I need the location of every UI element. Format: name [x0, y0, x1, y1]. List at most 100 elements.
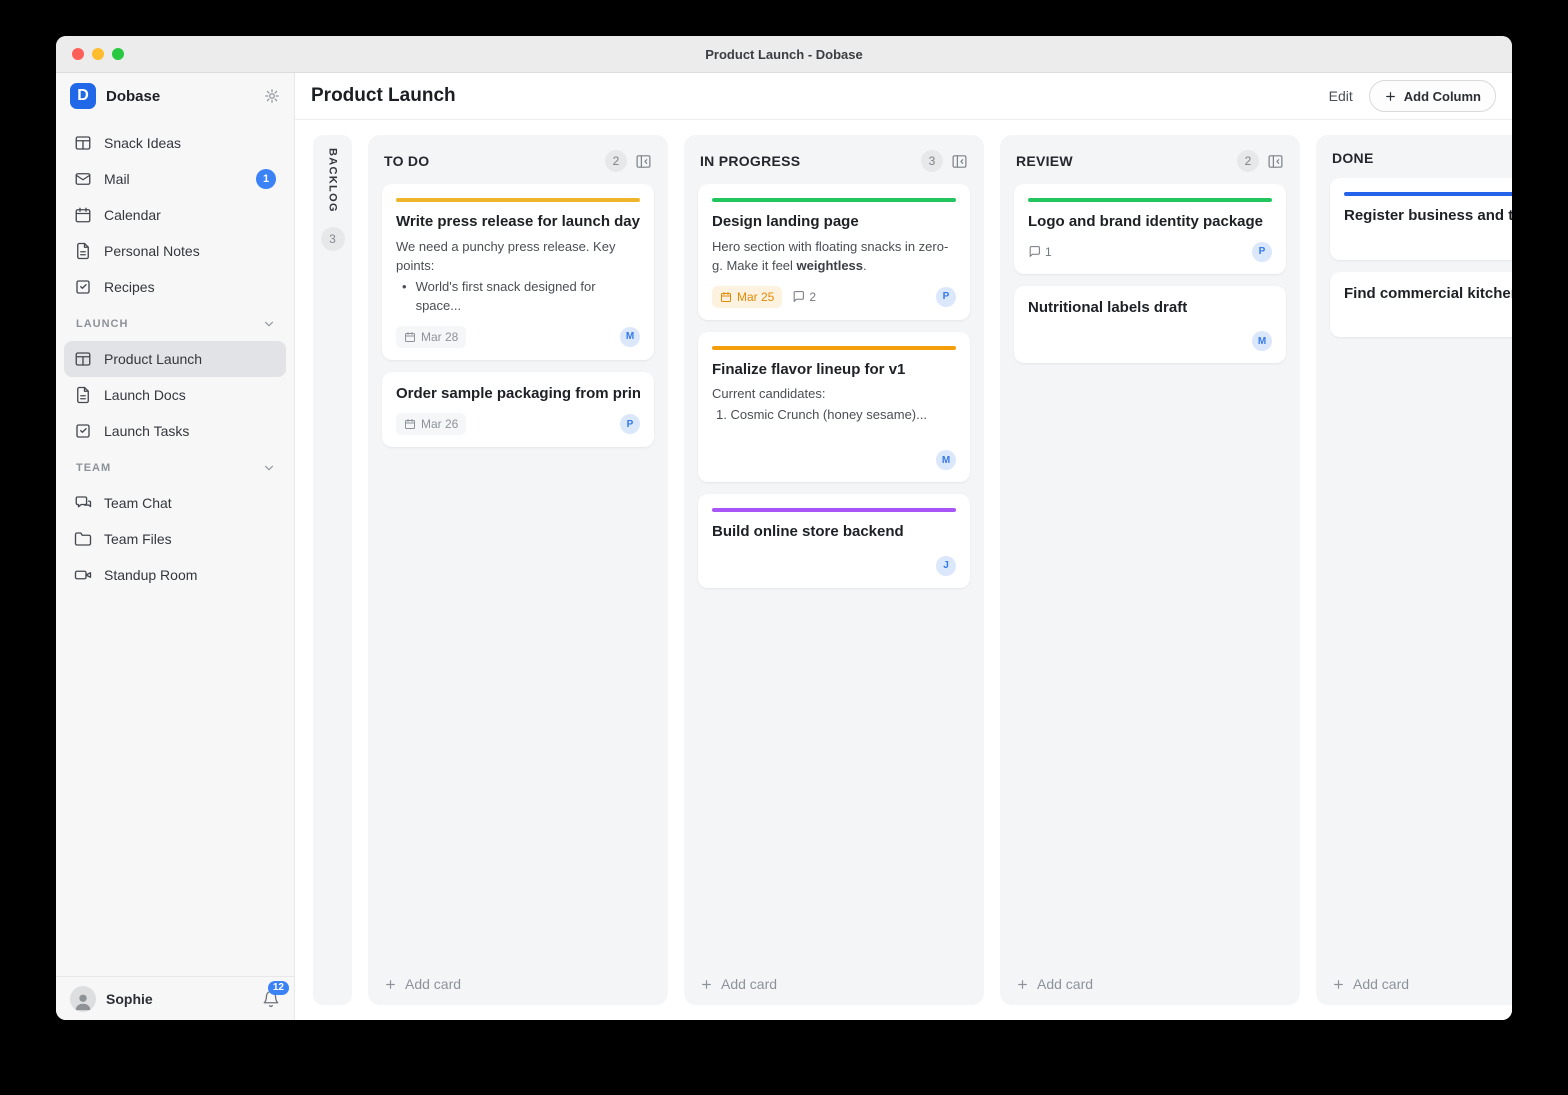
sidebar-item-launch-docs[interactable]: Launch Docs: [64, 377, 286, 413]
card-description: We need a punchy press release. Key poin…: [396, 237, 640, 276]
assignee-avatar: P: [620, 414, 640, 434]
sidebar-item-label: Launch Docs: [104, 387, 186, 403]
card-accent-bar: [396, 198, 640, 202]
card-finalize-flavor-lineup[interactable]: Finalize flavor lineup for v1 Current ca…: [698, 332, 970, 483]
check-square-icon: [74, 278, 92, 296]
app-window: Product Launch - Dobase D Dobase: [56, 36, 1512, 1020]
column-to-do: TO DO 2 Write press release for launch d…: [368, 135, 668, 1005]
due-date-chip: Mar 28: [396, 326, 466, 348]
section-header-launch[interactable]: LAUNCH: [76, 317, 276, 331]
card-register-business[interactable]: Register business and trad: [1330, 178, 1512, 260]
settings-button[interactable]: [264, 88, 280, 104]
due-date: Mar 25: [737, 290, 774, 304]
sidebar-item-label: Team Chat: [104, 495, 172, 511]
sidebar-item-recipes[interactable]: Recipes: [64, 269, 286, 305]
sidebar-item-label: Personal Notes: [104, 243, 200, 259]
sidebar-item-team-chat[interactable]: Team Chat: [64, 485, 286, 521]
sidebar-item-personal-notes[interactable]: Personal Notes: [64, 233, 286, 269]
plus-icon: [700, 978, 713, 991]
add-card-button[interactable]: Add card: [382, 968, 654, 992]
card-find-commercial-kitchen[interactable]: Find commercial kitchen sp: [1330, 272, 1512, 338]
column-review: REVIEW 2 Logo and brand identity package: [1000, 135, 1300, 1005]
add-card-button[interactable]: Add card: [1330, 968, 1512, 992]
chevron-down-icon: [262, 461, 276, 475]
card-design-landing-page[interactable]: Design landing page Hero section with fl…: [698, 184, 970, 320]
sidebar-item-snack-ideas[interactable]: Snack Ideas: [64, 125, 286, 161]
calendar-icon: [74, 206, 92, 224]
column-title: BACKLOG: [327, 148, 339, 213]
section-label-text: TEAM: [76, 462, 111, 474]
card-title: Finalize flavor lineup for v1: [712, 360, 956, 380]
add-card-label: Add card: [721, 976, 777, 992]
card-title: Write press release for launch day: [396, 212, 640, 232]
app-name: Dobase: [106, 88, 160, 105]
add-card-label: Add card: [405, 976, 461, 992]
notifications-button[interactable]: 12: [262, 990, 280, 1008]
collapse-panel-icon: [1267, 153, 1284, 170]
video-icon: [74, 566, 92, 584]
card-write-press-release[interactable]: Write press release for launch day We ne…: [382, 184, 654, 360]
add-column-button[interactable]: Add Column: [1369, 80, 1496, 112]
sidebar-user-row[interactable]: Sophie 12: [56, 976, 294, 1020]
card-title: Nutritional labels draft: [1028, 298, 1272, 318]
sidebar-item-standup-room[interactable]: Standup Room: [64, 557, 286, 593]
close-button[interactable]: [72, 48, 84, 60]
card-numbered-item: 1. Cosmic Crunch (honey sesame)...: [712, 405, 956, 425]
check-square-icon: [74, 422, 92, 440]
card-logo-brand-identity[interactable]: Logo and brand identity package 1 P: [1014, 184, 1286, 274]
card-title: Register business and trad: [1344, 206, 1512, 226]
launch-section-items: Product Launch Launch Docs Launch Tasks: [56, 335, 294, 449]
collapse-column-button[interactable]: [635, 153, 652, 170]
assignee-avatar: P: [1252, 242, 1272, 262]
sidebar-item-label: Recipes: [104, 279, 155, 295]
bullet-marker: •: [402, 277, 407, 316]
notification-count-badge: 12: [268, 981, 289, 995]
section-label-text: LAUNCH: [76, 318, 128, 330]
sidebar-header: D Dobase: [56, 73, 294, 119]
card-count-badge: 3: [321, 227, 345, 251]
zoom-button[interactable]: [112, 48, 124, 60]
chevron-down-icon: [262, 317, 276, 331]
add-card-button[interactable]: Add card: [1014, 968, 1286, 992]
plus-icon: [1332, 978, 1345, 991]
sidebar-item-mail[interactable]: Mail 1: [64, 161, 286, 197]
page-title: Product Launch: [311, 85, 456, 107]
sidebar-item-team-files[interactable]: Team Files: [64, 521, 286, 557]
comment-count-value: 2: [809, 290, 816, 304]
card-bullet-item: • World's first snack designed for space…: [396, 277, 640, 316]
column-title: IN PROGRESS: [700, 153, 800, 169]
column-title: REVIEW: [1016, 153, 1073, 169]
card-order-sample-packaging[interactable]: Order sample packaging from printer Mar …: [382, 372, 654, 448]
app-logo: D: [70, 83, 96, 109]
gear-icon: [264, 88, 280, 104]
card-accent-bar: [712, 198, 956, 202]
sidebar-item-calendar[interactable]: Calendar: [64, 197, 286, 233]
edit-button[interactable]: Edit: [1329, 88, 1353, 104]
sidebar-item-product-launch[interactable]: Product Launch: [64, 341, 286, 377]
bullet-text: World's first snack designed for space..…: [416, 277, 640, 316]
sidebar-item-label: Mail: [104, 171, 130, 187]
card-description: Hero section with floating snacks in zer…: [712, 237, 956, 276]
card-build-online-store[interactable]: Build online store backend J: [698, 494, 970, 588]
collapse-column-button[interactable]: [951, 153, 968, 170]
sidebar-item-label: Standup Room: [104, 567, 197, 583]
card-accent-bar: [712, 346, 956, 350]
board-icon: [74, 350, 92, 368]
card-nutritional-labels[interactable]: Nutritional labels draft M: [1014, 286, 1286, 364]
collapse-column-button[interactable]: [1267, 153, 1284, 170]
section-header-team[interactable]: TEAM: [76, 461, 276, 475]
avatar: [70, 986, 96, 1012]
kanban-board: BACKLOG 3 TO DO 2: [295, 120, 1512, 1020]
comment-icon: [792, 290, 805, 303]
card-description: Current candidates:: [712, 384, 956, 404]
column-backlog-collapsed[interactable]: BACKLOG 3: [313, 135, 352, 1005]
sidebar-item-label: Snack Ideas: [104, 135, 181, 151]
document-icon: [74, 386, 92, 404]
plus-icon: [1016, 978, 1029, 991]
minimize-button[interactable]: [92, 48, 104, 60]
sidebar-item-launch-tasks[interactable]: Launch Tasks: [64, 413, 286, 449]
card-accent-bar: [1344, 192, 1512, 196]
sidebar: D Dobase Snack Ideas: [56, 73, 295, 1020]
add-card-button[interactable]: Add card: [698, 968, 970, 992]
column-title: TO DO: [384, 153, 429, 169]
